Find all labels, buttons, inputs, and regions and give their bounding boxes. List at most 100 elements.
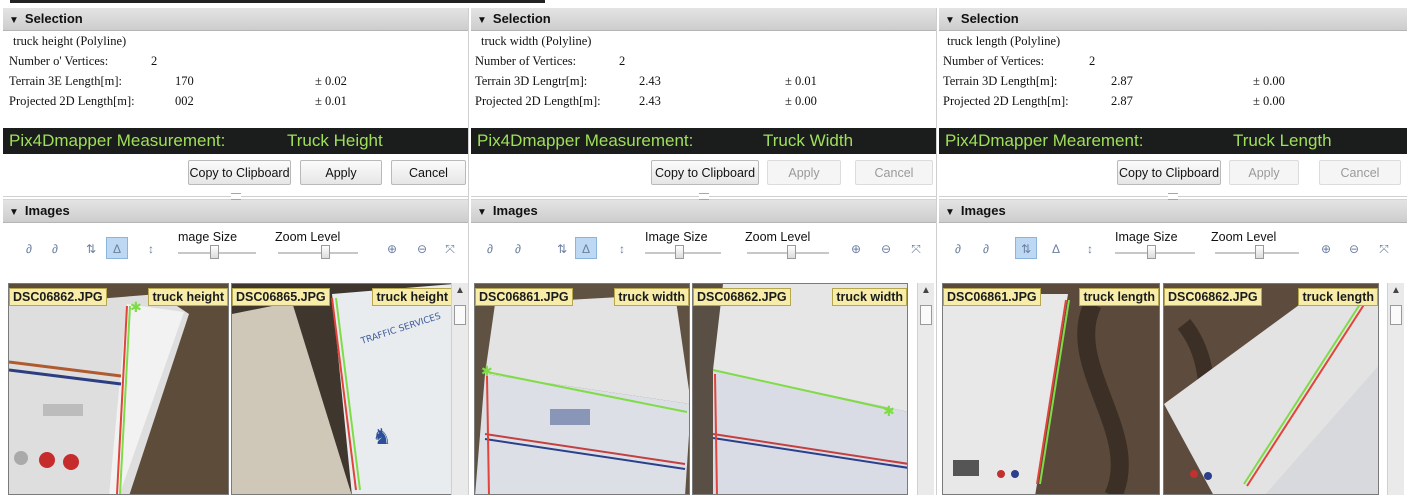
image-size-slider[interactable]	[645, 245, 721, 259]
collapse-triangle-icon[interactable]: ▼	[9, 207, 19, 218]
fit-icon[interactable]: ⤧	[441, 240, 459, 258]
zoom-level-slider[interactable]	[278, 245, 358, 259]
scroll-thumb[interactable]	[454, 305, 466, 325]
fit-icon[interactable]: ⤧	[907, 240, 925, 258]
scroll-up-icon[interactable]: ▲	[921, 285, 931, 296]
truck-photo	[943, 284, 1159, 494]
apply-button[interactable]: Apply	[1229, 160, 1299, 185]
unlink-icon[interactable]: ∂	[46, 240, 64, 258]
projected-length-error: ± 0.00	[1253, 94, 1285, 108]
link-icon[interactable]: ∂	[481, 240, 499, 258]
images-section-header[interactable]: ▼ Images	[939, 200, 1407, 223]
scroll-up-icon[interactable]: ▲	[455, 285, 465, 296]
zoom-level-label: Zoom Level	[275, 230, 341, 244]
zoom-in-icon[interactable]: ⊕	[383, 240, 401, 258]
splitter-handle[interactable]	[471, 193, 936, 200]
collapse-triangle-icon[interactable]: ▼	[945, 15, 955, 26]
sort-distance-icon[interactable]: Δ	[106, 237, 128, 259]
zoom-out-icon[interactable]: ⊖	[413, 240, 431, 258]
images-section-header[interactable]: ▼ Images	[3, 200, 468, 223]
projected-length-label: Projected 2D Length[m]:	[475, 94, 601, 108]
image-thumbnail[interactable]: ✱ DSC06861.JPG truck width	[474, 283, 690, 495]
splitter-handle[interactable]	[939, 193, 1407, 200]
thumbnails-scrollbar[interactable]: ▲	[1387, 283, 1404, 495]
selection-section-header[interactable]: ▼ Selection	[3, 8, 468, 31]
zoom-in-icon[interactable]: ⊕	[847, 240, 865, 258]
slider-knob[interactable]	[675, 245, 684, 259]
image-filename: DSC06865.JPG	[232, 288, 330, 306]
image-size-slider[interactable]	[1115, 245, 1195, 259]
image-filename: DSC06862.JPG	[1164, 288, 1262, 306]
slider-knob[interactable]	[1147, 245, 1156, 259]
cancel-button[interactable]: Cancel	[391, 160, 466, 185]
section-title: Images	[960, 203, 1006, 218]
thumbnails-scrollbar[interactable]: ▲	[917, 283, 934, 495]
selection-section-header[interactable]: ▼ Selection	[471, 8, 936, 31]
link-icon[interactable]: ∂	[949, 240, 967, 258]
measurement-label: Pix4Dmapper Mearement:	[945, 131, 1144, 150]
terrain-length-error: ± 0.00	[1253, 74, 1285, 88]
terrain-length-error: ± 0.02	[315, 74, 347, 88]
copy-to-clipboard-button[interactable]: Copy to Clipboard	[1117, 160, 1221, 185]
zoom-level-slider[interactable]	[1215, 245, 1299, 259]
cancel-button[interactable]: Cancel	[855, 160, 933, 185]
sort-order-icon[interactable]: ⇅	[553, 240, 571, 258]
slider-knob[interactable]	[321, 245, 330, 259]
unlink-icon[interactable]: ∂	[509, 240, 527, 258]
collapse-triangle-icon[interactable]: ▼	[477, 207, 487, 218]
measurement-tag: truck length	[1298, 288, 1378, 306]
scroll-thumb[interactable]	[920, 305, 932, 325]
apply-button[interactable]: Apply	[767, 160, 841, 185]
image-filename: DSC06862.JPG	[9, 288, 107, 306]
apply-button[interactable]: Apply	[300, 160, 382, 185]
collapse-triangle-icon[interactable]: ▼	[477, 15, 487, 26]
scroll-up-icon[interactable]: ▲	[1391, 285, 1401, 296]
image-thumbnail[interactable]: TRAFFIC SERVICES ♞ DSC06865.JPG truck he…	[231, 283, 453, 495]
image-thumbnail[interactable]: DSC06861.JPG truck length	[942, 283, 1160, 495]
sort-distance-icon[interactable]: Δ	[575, 237, 597, 259]
sort-order-icon[interactable]: ⇅	[82, 240, 100, 258]
svg-text:♞: ♞	[372, 425, 392, 450]
zoom-level-label: Zoom Level	[1211, 230, 1277, 244]
copy-to-clipboard-button[interactable]: Copy to Clipboard	[188, 160, 291, 185]
slider-knob[interactable]	[787, 245, 796, 259]
sort-distance-icon[interactable]: Δ	[1047, 240, 1065, 258]
sort-alpha-icon[interactable]: ↕	[142, 240, 160, 258]
terrain-length-label: Terrain 3E Length[m]:	[9, 74, 122, 88]
collapse-triangle-icon[interactable]: ▼	[9, 15, 19, 26]
sort-alpha-icon[interactable]: ↕	[1081, 240, 1099, 258]
image-size-slider[interactable]	[178, 245, 256, 259]
slider-knob[interactable]	[1255, 245, 1264, 259]
slider-knob[interactable]	[210, 245, 219, 259]
measurement-name: Truck Width	[763, 131, 854, 150]
measurement-name: Truck Length	[1233, 131, 1332, 150]
scroll-thumb[interactable]	[1390, 305, 1402, 325]
image-thumbnail[interactable]: ✱ DSC06862.JPG truck width	[692, 283, 908, 495]
images-section-header[interactable]: ▼ Images	[471, 200, 936, 223]
image-thumbnail[interactable]: DSC06862.JPG truck length	[1163, 283, 1379, 495]
selection-section-header[interactable]: ▼ Selection	[939, 8, 1407, 31]
link-icon[interactable]: ∂	[20, 240, 38, 258]
fit-icon[interactable]: ⤧	[1375, 240, 1393, 258]
sort-alpha-icon[interactable]: ↕	[613, 240, 631, 258]
zoom-in-icon[interactable]: ⊕	[1317, 240, 1335, 258]
zoom-out-icon[interactable]: ⊖	[1345, 240, 1363, 258]
thumbnails-scrollbar[interactable]: ▲	[451, 283, 468, 495]
sort-order-icon[interactable]: ⇅	[1015, 237, 1037, 259]
object-name: truck length (Polyline)	[947, 34, 1061, 48]
terrain-length-value: 170	[175, 74, 194, 88]
collapse-triangle-icon[interactable]: ▼	[945, 207, 955, 218]
image-thumbnail[interactable]: ✱ DSC06862.JPG truck height	[8, 283, 229, 495]
selection-body: truck length (Polyline) Number of Vertic…	[939, 31, 1407, 128]
truck-photo: ✱	[693, 284, 907, 494]
measurement-banner: Pix4Dmapper Measurement: Truck Height	[3, 128, 468, 154]
zoom-level-slider[interactable]	[747, 245, 829, 259]
measurement-banner: Pix4Dmapper Mearement: Truck Length	[939, 128, 1407, 154]
truck-photo	[1164, 284, 1378, 494]
zoom-out-icon[interactable]: ⊖	[877, 240, 895, 258]
action-bar: Copy to Clipboard Apply Cancel	[3, 154, 468, 200]
cancel-button[interactable]: Cancel	[1319, 160, 1401, 185]
splitter-handle[interactable]	[3, 193, 468, 200]
copy-to-clipboard-button[interactable]: Copy to Clipboard	[651, 160, 759, 185]
unlink-icon[interactable]: ∂	[977, 240, 995, 258]
